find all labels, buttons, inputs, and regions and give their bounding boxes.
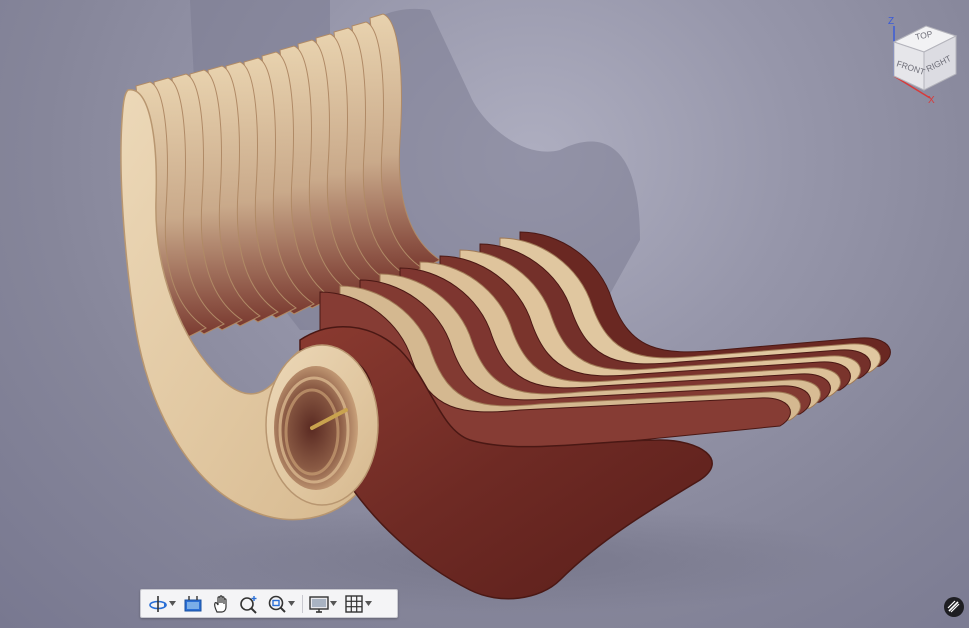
grid-button[interactable] [341, 592, 374, 615]
viewcube[interactable]: TOP FRONT RIGHT Z X [880, 12, 960, 104]
look-at-icon [184, 595, 202, 611]
zoom-button[interactable] [236, 592, 262, 615]
pan-button[interactable] [208, 592, 234, 615]
zoom-icon [240, 595, 257, 614]
orbit-icon [149, 595, 167, 612]
model-render[interactable] [0, 0, 969, 628]
look-at-button[interactable] [180, 592, 206, 615]
render-mode-button[interactable] [944, 597, 964, 617]
chevron-down-icon[interactable] [288, 594, 295, 614]
pan-icon [214, 594, 227, 613]
x-axis-label: X [928, 95, 935, 104]
toolbar-divider [302, 594, 303, 613]
chevron-down-icon[interactable] [330, 594, 337, 614]
chevron-down-icon[interactable] [365, 594, 372, 614]
orbit-button[interactable] [145, 592, 178, 615]
fit-button[interactable] [264, 592, 297, 615]
fit-icon [268, 595, 286, 613]
navigation-toolbar [140, 589, 398, 618]
render-icon [947, 600, 960, 613]
chevron-down-icon[interactable] [169, 594, 176, 614]
grid-icon [345, 594, 363, 613]
3d-viewport[interactable]: TOP FRONT RIGHT Z X [0, 0, 969, 628]
z-axis-label: Z [888, 16, 894, 27]
display-settings-icon [309, 595, 329, 613]
display-settings-button[interactable] [306, 592, 339, 615]
